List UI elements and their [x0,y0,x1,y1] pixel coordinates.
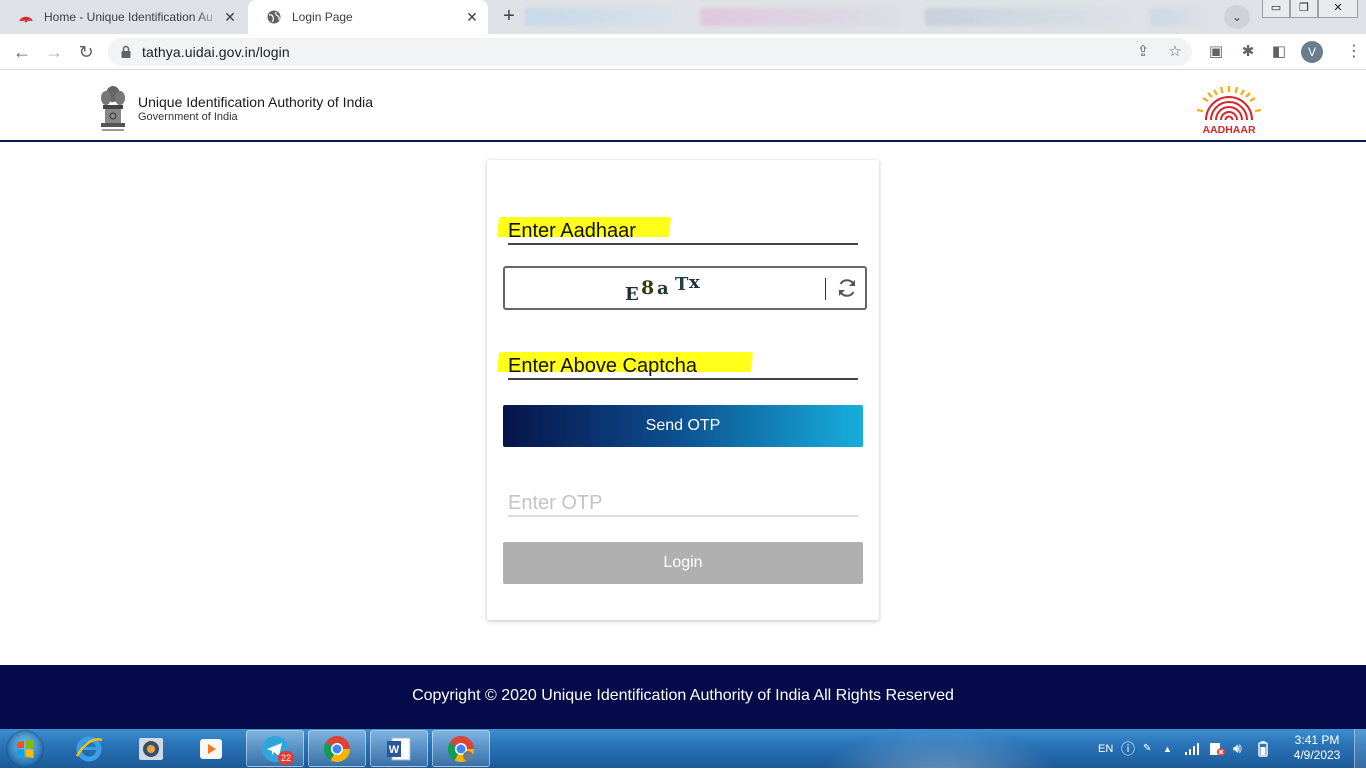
tab-home[interactable]: Home - Unique Identification Au ✕ [0,0,246,34]
tab-login-title: Login Page [292,10,353,24]
national-emblem-icon [101,86,125,131]
background-tab[interactable] [700,8,900,26]
forward-arrow-icon[interactable]: → [42,40,66,64]
refresh-icon[interactable] [835,276,859,300]
captcha-char: a [657,278,669,299]
otp-field[interactable]: Enter OTP [508,487,858,517]
puzzle-icon[interactable]: ✱ [1239,43,1257,61]
volume-icon[interactable]: 🔊︎ [1233,729,1242,768]
browser-toolbar: ← → ↻ tathya.uidai.gov.in/login ⇪ ☆ ▣ ✱ … [0,34,1366,70]
share-icon[interactable]: ⇪ [1134,43,1152,61]
pen-input-icon[interactable]: ✎ [1143,729,1151,768]
menu-kebab-icon[interactable]: ⋮ [1346,42,1362,62]
aadhaar-logo-text: AADHAAR [1202,124,1255,136]
reload-icon[interactable]: ↻ [74,40,98,64]
globe-icon [266,9,282,25]
captcha-divider [825,278,826,300]
show-desktop-button[interactable] [1354,729,1366,768]
media-center-icon[interactable] [122,730,180,767]
word-icon[interactable]: W [370,730,428,767]
captcha-box: E 8 a T x [503,266,867,310]
windows-logo-icon [17,739,34,758]
battery-icon[interactable] [1256,729,1270,768]
captcha-char: 8 [641,277,655,299]
aadhaar-field[interactable]: Enter Aadhaar [496,215,858,245]
chrome-icon[interactable] [308,730,366,767]
otp-placeholder: Enter OTP [508,492,603,514]
start-button[interactable] [6,730,44,768]
minimize-button[interactable]: ▭ [1262,0,1290,18]
language-indicator[interactable]: EN [1098,729,1113,768]
captcha-placeholder: Enter Above Captcha [508,355,698,377]
chrome-profile-icon[interactable] [432,730,490,767]
close-icon[interactable]: ✕ [464,9,480,25]
tab-home-title: Home - Unique Identification Au [44,10,213,24]
system-clock[interactable]: 3:41 PM 4/9/2023 [1286,733,1348,763]
captcha-char: T [675,274,689,295]
login-button[interactable]: Login [503,542,863,584]
media-player-icon[interactable] [182,730,240,767]
captcha-image: E 8 a T x [625,272,707,305]
url-text: tathya.uidai.gov.in/login [142,44,290,60]
captcha-char: x [689,272,700,293]
lock-icon [121,45,131,58]
help-icon[interactable]: ⓘ [1121,729,1135,768]
aadhaar-logo: AADHAAR [1196,86,1262,136]
tab-strip: Home - Unique Identification Au ✕ Login … [0,0,1366,34]
background-tab[interactable] [925,8,1135,26]
aadhaar-placeholder: Enter Aadhaar [508,220,636,242]
footer: Copyright © 2020 Unique Identification A… [0,665,1366,729]
action-center-icon[interactable] [1208,729,1226,768]
captcha-char: E [625,284,639,305]
extension-icon[interactable]: ▣ [1207,43,1225,61]
clock-date: 4/9/2023 [1293,748,1341,762]
tab-login[interactable]: Login Page ✕ [248,0,488,34]
show-hidden-icons[interactable]: ▲ [1163,729,1172,768]
close-icon[interactable]: ✕ [222,9,238,25]
side-panel-icon[interactable]: ◧ [1270,43,1288,61]
tab-search-icon[interactable]: ⌄ [1224,5,1250,29]
aadhaar-favicon-icon [18,9,34,25]
org-subtitle: Government of India [138,111,238,123]
org-name: Unique Identification Authority of India [138,94,374,110]
login-card: Enter Aadhaar E 8 a T x Enter Above Capt… [487,160,879,620]
site-header: Unique Identification Authority of India… [0,70,1366,142]
window-close-button[interactable]: ✕ [1318,0,1358,18]
profile-avatar[interactable]: V [1301,41,1323,63]
copyright-text: Copyright © 2020 Unique Identification A… [412,687,954,704]
back-arrow-icon[interactable]: ← [10,40,34,64]
background-tab[interactable] [1150,8,1210,26]
new-tab-button[interactable]: + [496,5,522,29]
notification-badge: 22 [278,751,294,765]
internet-explorer-icon[interactable] [60,730,118,767]
captcha-field[interactable]: Enter Above Captcha [496,350,858,380]
clock-time: 3:41 PM [1294,733,1340,747]
network-signal-icon[interactable] [1184,729,1200,768]
telegram-icon[interactable]: 22 [246,730,304,767]
taskbar: 22 W EN ⓘ ✎ ▲ 🔊︎ 3:41 PM 4/9/2023 [0,729,1366,768]
background-tab[interactable] [525,8,675,26]
address-bar[interactable]: tathya.uidai.gov.in/login ⇪ ☆ [108,38,1192,66]
restore-button[interactable]: ❐ [1290,0,1318,18]
svg-text:W: W [389,744,400,756]
send-otp-button[interactable]: Send OTP [503,405,863,447]
bookmark-star-icon[interactable]: ☆ [1166,43,1184,61]
